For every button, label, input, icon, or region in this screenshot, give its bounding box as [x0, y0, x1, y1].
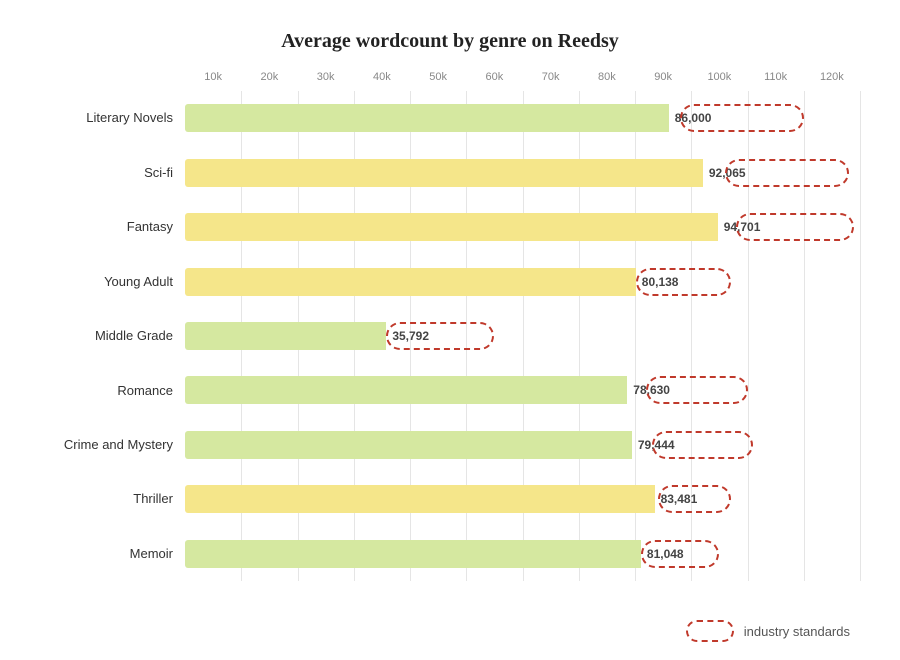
x-label: 120k	[804, 71, 860, 83]
bar-row: 78,630	[185, 366, 860, 414]
grid-line	[860, 91, 861, 581]
x-label: 60k	[466, 71, 522, 83]
bar-value-label: 92,065	[709, 166, 746, 180]
bar-track: 78,630	[185, 376, 860, 404]
chart-container: Average wordcount by genre on Reedsy 10k…	[0, 0, 900, 660]
chart-area: 10k20k30k40k50k60k70k80k90k100k110k120k …	[40, 71, 860, 581]
bar-value-label: 81,048	[647, 547, 684, 561]
bar-track: 79,444	[185, 431, 860, 459]
bar-value-label: 94,701	[724, 220, 761, 234]
x-axis: 10k20k30k40k50k60k70k80k90k100k110k120k	[185, 71, 860, 83]
bar-row: 92,065	[185, 149, 860, 197]
legend: industry standards	[686, 620, 850, 642]
bar-track: 35,792	[185, 322, 860, 350]
bar-row: 83,481	[185, 475, 860, 523]
y-label: Crime and Mystery	[40, 437, 185, 453]
bar-row: 35,792	[185, 312, 860, 360]
x-label: 30k	[298, 71, 354, 83]
bar-value-label: 78,630	[633, 383, 670, 397]
bar-fill	[185, 376, 627, 404]
bar-row: 80,138	[185, 258, 860, 306]
x-label: 50k	[410, 71, 466, 83]
y-label: Middle Grade	[40, 328, 185, 344]
x-label: 100k	[691, 71, 747, 83]
x-label: 80k	[579, 71, 635, 83]
x-label: 20k	[241, 71, 297, 83]
bars-area: 86,000 92,065 94,701 80,138 35,792 78,630 79,4…	[185, 91, 860, 581]
bar-fill	[185, 268, 636, 296]
y-label: Thriller	[40, 491, 185, 507]
bar-value-label: 80,138	[642, 275, 679, 289]
x-label: 40k	[354, 71, 410, 83]
bar-track: 80,138	[185, 268, 860, 296]
y-label: Romance	[40, 383, 185, 399]
x-label: 90k	[635, 71, 691, 83]
bar-fill	[185, 322, 386, 350]
y-label: Fantasy	[40, 219, 185, 235]
bar-fill	[185, 213, 718, 241]
legend-industry-box	[686, 620, 734, 642]
y-label: Memoir	[40, 546, 185, 562]
y-label: Literary Novels	[40, 110, 185, 126]
bar-fill	[185, 485, 655, 513]
x-label: 10k	[185, 71, 241, 83]
legend-label: industry standards	[744, 624, 850, 639]
bar-track: 81,048	[185, 540, 860, 568]
bar-fill	[185, 104, 669, 132]
bar-row: 81,048	[185, 530, 860, 578]
bar-value-label: 83,481	[661, 492, 698, 506]
x-label: 110k	[748, 71, 804, 83]
bar-fill	[185, 159, 703, 187]
bar-row: 79,444	[185, 421, 860, 469]
chart-body: Literary Novels Sci-fi Fantasy Young Adult M…	[40, 91, 860, 581]
bar-row: 94,701	[185, 203, 860, 251]
bar-track: 94,701	[185, 213, 860, 241]
bar-fill	[185, 431, 632, 459]
bar-value-label: 86,000	[675, 111, 712, 125]
y-label: Young Adult	[40, 274, 185, 290]
bar-track: 86,000	[185, 104, 860, 132]
chart-title: Average wordcount by genre on Reedsy	[40, 30, 860, 53]
y-labels: Literary Novels Sci-fi Fantasy Young Adult M…	[40, 91, 185, 581]
bar-row: 86,000	[185, 94, 860, 142]
bar-fill	[185, 540, 641, 568]
bar-track: 83,481	[185, 485, 860, 513]
bar-value-label: 79,444	[638, 438, 675, 452]
y-label: Sci-fi	[40, 165, 185, 181]
x-label: 70k	[523, 71, 579, 83]
bar-value-label: 35,792	[392, 329, 429, 343]
bar-track: 92,065	[185, 159, 860, 187]
